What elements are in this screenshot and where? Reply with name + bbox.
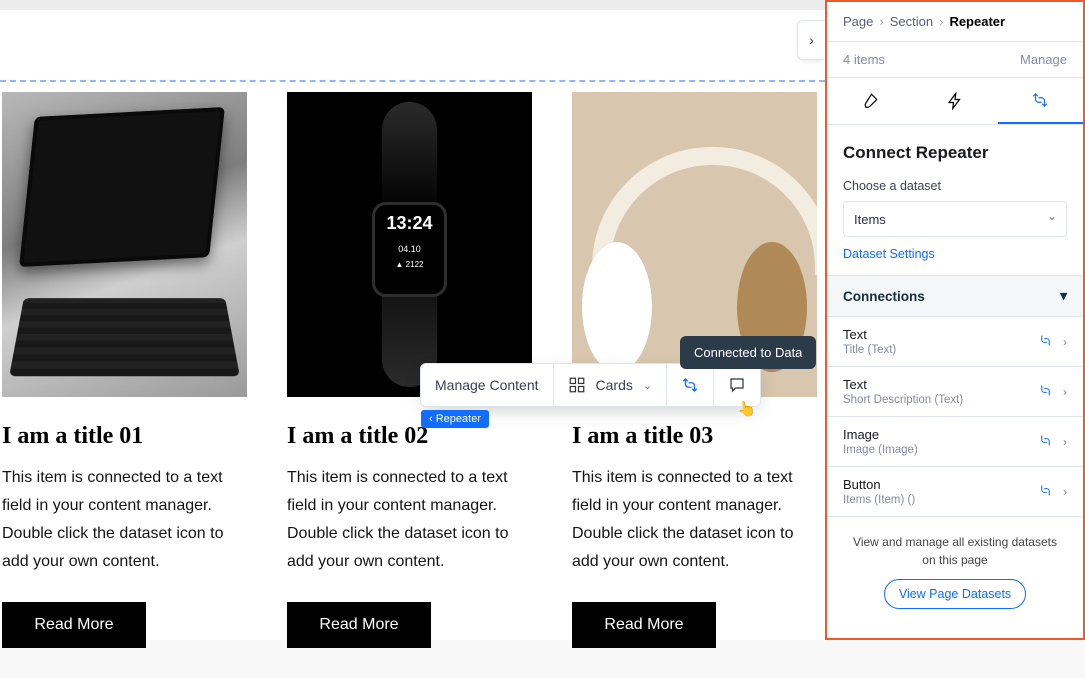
- element-tag[interactable]: ‹ Repeater: [421, 410, 489, 428]
- manage-content-label: Manage Content: [435, 377, 539, 393]
- crumb-sep: ›: [879, 14, 883, 29]
- connection-row[interactable]: Image Image (Image) ›: [827, 417, 1083, 467]
- data-connect-icon: [1038, 483, 1053, 501]
- card-body[interactable]: This item is connected to a text field i…: [2, 464, 247, 576]
- connections-header[interactable]: Connections ▾: [827, 275, 1083, 317]
- watch-date: 04.10: [375, 244, 444, 254]
- connection-field: Image (Image): [843, 444, 1028, 456]
- view-page-datasets-button[interactable]: View Page Datasets: [884, 579, 1026, 609]
- connection-field: Title (Text): [843, 344, 1028, 356]
- choose-dataset-label: Choose a dataset: [843, 179, 1067, 193]
- chevron-down-icon: ⌄: [643, 379, 652, 392]
- connect-data-button[interactable]: [667, 364, 714, 406]
- dataset-settings-link[interactable]: Dataset Settings: [843, 247, 1067, 261]
- panel-title: Connect Repeater: [843, 143, 1067, 163]
- data-connect-icon: [1038, 383, 1053, 401]
- data-connect-icon: [681, 376, 699, 394]
- layout-picker[interactable]: Cards ⌄: [554, 364, 668, 406]
- comments-button[interactable]: [714, 364, 760, 406]
- grid-icon: [568, 376, 586, 394]
- read-more-button[interactable]: Read More: [287, 602, 431, 648]
- connection-field: Items (Item) (): [843, 494, 1028, 506]
- card-body[interactable]: This item is connected to a text field i…: [287, 464, 532, 576]
- caret-down-icon: ▾: [1060, 288, 1067, 304]
- manage-items-link[interactable]: Manage: [1020, 52, 1067, 67]
- card-image[interactable]: 13:24 04.10 ▲ 2122: [287, 92, 532, 397]
- tooltip: Connected to Data: [680, 336, 816, 369]
- data-connect-icon: [1031, 91, 1049, 109]
- panel-footer: View and manage all existing datasets on…: [827, 517, 1083, 623]
- chevron-right-icon: ›: [1063, 335, 1067, 349]
- connection-row[interactable]: Text Title (Text) ›: [827, 317, 1083, 367]
- connection-row[interactable]: Button Items (Item) () ›: [827, 467, 1083, 517]
- chevron-right-icon: ›: [1063, 435, 1067, 449]
- dataset-select[interactable]: Items: [843, 201, 1067, 237]
- card-image[interactable]: [2, 92, 247, 397]
- chevron-right-icon: ›: [1063, 485, 1067, 499]
- watch-steps: ▲ 2122: [375, 260, 444, 269]
- watch-time: 13:24: [375, 213, 444, 234]
- element-toolbar: Manage Content Cards ⌄: [420, 363, 761, 407]
- items-count: 4 items: [843, 52, 885, 67]
- card-title[interactable]: I am a title 01: [2, 423, 247, 450]
- brush-icon: [861, 92, 879, 110]
- manage-content-button[interactable]: Manage Content: [421, 364, 554, 406]
- inspector-panel: Page › Section › Repeater 4 items Manage…: [825, 0, 1085, 640]
- crumb-repeater[interactable]: Repeater: [949, 14, 1005, 29]
- tab-animation[interactable]: [912, 78, 997, 124]
- read-more-button[interactable]: Read More: [572, 602, 716, 648]
- lightning-icon: [946, 92, 964, 110]
- layout-label: Cards: [596, 377, 633, 393]
- connections-label: Connections: [843, 289, 925, 304]
- items-meta: 4 items Manage: [827, 41, 1083, 78]
- data-connect-icon: [1038, 433, 1053, 451]
- panel-collapse-toggle[interactable]: ›: [797, 20, 825, 60]
- repeater-item[interactable]: I am a title 01 This item is connected t…: [2, 92, 247, 648]
- connection-field: Short Description (Text): [843, 394, 1028, 406]
- read-more-button[interactable]: Read More: [2, 602, 146, 648]
- card-body[interactable]: This item is connected to a text field i…: [572, 464, 817, 576]
- chat-icon: [728, 376, 746, 394]
- tab-design[interactable]: [827, 78, 912, 124]
- connection-name: Image: [843, 427, 1028, 442]
- connection-row[interactable]: Text Short Description (Text) ›: [827, 367, 1083, 417]
- editor-canvas: › I am a title 01 This item is connected…: [0, 10, 825, 640]
- watch-face: 13:24 04.10 ▲ 2122: [372, 202, 447, 297]
- data-connect-icon: [1038, 333, 1053, 351]
- tab-data[interactable]: [998, 78, 1083, 124]
- selection-guide: [0, 80, 825, 82]
- card-title[interactable]: I am a title 03: [572, 423, 817, 450]
- card-title[interactable]: I am a title 02: [287, 423, 532, 450]
- panel-tabs: [827, 78, 1083, 125]
- breadcrumb: Page › Section › Repeater: [827, 2, 1083, 41]
- crumb-page[interactable]: Page: [843, 14, 873, 29]
- chevron-right-icon: ›: [1063, 385, 1067, 399]
- connection-name: Button: [843, 477, 1028, 492]
- crumb-sep: ›: [939, 14, 943, 29]
- panel-footer-text: View and manage all existing datasets on…: [845, 533, 1065, 569]
- connection-name: Text: [843, 377, 1028, 392]
- connection-name: Text: [843, 327, 1028, 342]
- crumb-section[interactable]: Section: [890, 14, 933, 29]
